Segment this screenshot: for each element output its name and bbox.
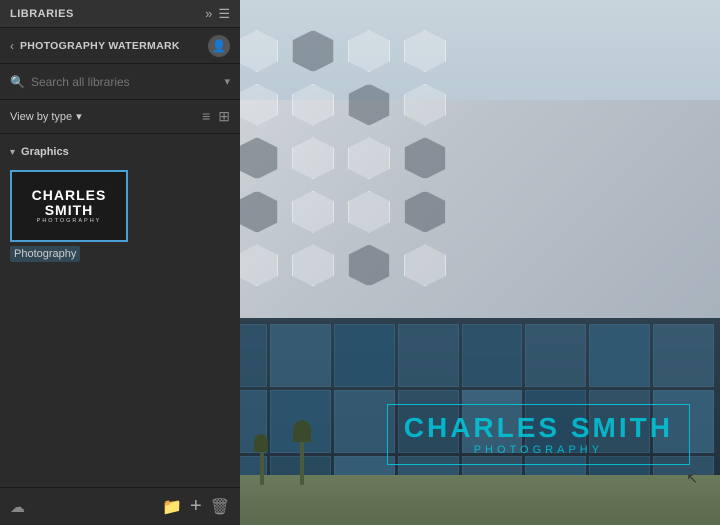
watermark-main-subtitle: PHOTOGRAPHY (404, 444, 673, 456)
graphics-section: ▾ Graphics CHARLES SMITH PHOTOGRAPHY Pho… (0, 134, 240, 487)
libraries-title: Libraries (10, 8, 74, 20)
user-icon-button[interactable]: 👤 (208, 35, 230, 57)
view-bar: View by type ▾ ≡ ⊞ (0, 100, 240, 134)
user-icon: 👤 (212, 39, 227, 53)
search-bar: 🔍 ▾ (0, 64, 240, 100)
view-chevron-icon: ▾ (76, 110, 82, 123)
sidebar-panel: Libraries » ☰ ‹ Photography Watermark 👤 … (0, 0, 240, 525)
hex-cell (348, 137, 390, 179)
watermark-overlay[interactable]: CHARLES SMITH PHOTOGRAPHY (387, 404, 690, 465)
hex-cell (236, 84, 278, 126)
hex-cell (292, 191, 334, 233)
hex-cell (348, 84, 390, 126)
watermark-bar: ‹ Photography Watermark 👤 (0, 28, 240, 64)
toolbar-left: ☁ (10, 498, 25, 516)
delete-icon[interactable]: 🗑 (210, 497, 230, 517)
item-label: Photography (10, 246, 80, 262)
hex-cell (236, 137, 278, 179)
hex-cell (236, 244, 278, 286)
watermark-bar-left: ‹ Photography Watermark (10, 39, 180, 53)
window-pane (525, 324, 586, 387)
menu-icon[interactable]: ☰ (218, 6, 230, 22)
hex-cell (348, 244, 390, 286)
hex-cell (292, 137, 334, 179)
graphics-section-title: Graphics (21, 146, 69, 158)
hex-cell (404, 137, 446, 179)
hex-cell (348, 30, 390, 72)
hex-cell (236, 30, 278, 72)
hex-cell (404, 191, 446, 233)
grid-view-icon[interactable]: ⊞ (218, 108, 230, 125)
hex-cell (404, 84, 446, 126)
window-pane (334, 324, 395, 387)
graphics-items-list: CHARLES SMITH PHOTOGRAPHY Photography (0, 162, 240, 270)
watermark-main-title: CHARLES SMITH (404, 413, 673, 444)
search-chevron-icon[interactable]: ▾ (224, 75, 230, 88)
search-icon: 🔍 (10, 75, 25, 89)
add-item-icon[interactable]: + (190, 495, 202, 518)
window-pane (270, 324, 331, 387)
toolbar-right: 📁 + 🗑 (162, 495, 230, 518)
search-input[interactable] (31, 75, 219, 89)
cursor-indicator: ↖ (686, 470, 698, 487)
hex-cell (292, 84, 334, 126)
watermark-bar-title: Photography Watermark (20, 40, 180, 52)
view-toggle-icons: ≡ ⊞ (202, 108, 230, 125)
hex-cell (292, 30, 334, 72)
hex-cell (292, 244, 334, 286)
view-by-type-button[interactable]: View by type ▾ (10, 110, 82, 123)
view-label-text: View by type (10, 111, 72, 123)
window-pane (398, 324, 459, 387)
item-thumbnail[interactable]: CHARLES SMITH PHOTOGRAPHY (10, 170, 128, 242)
expand-icon[interactable]: » (205, 6, 212, 21)
header-icons-group: » ☰ (205, 6, 230, 22)
back-chevron-icon[interactable]: ‹ (10, 39, 14, 53)
libraries-header: Libraries » ☰ (0, 0, 240, 28)
add-folder-icon[interactable]: 📁 (162, 497, 182, 517)
hex-cell (404, 30, 446, 72)
item-thumb-title: CHARLES SMITH (12, 188, 126, 219)
list-view-icon[interactable]: ≡ (202, 108, 210, 125)
hex-cell (404, 244, 446, 286)
bottom-toolbar: ☁ 📁 + 🗑 (0, 487, 240, 525)
window-pane (589, 324, 650, 387)
item-thumb-subtitle: PHOTOGRAPHY (37, 218, 102, 224)
window-pane (462, 324, 523, 387)
hex-cell (348, 191, 390, 233)
section-chevron-icon: ▾ (10, 147, 15, 158)
window-pane (653, 324, 714, 387)
hex-cell (236, 191, 278, 233)
list-item: CHARLES SMITH PHOTOGRAPHY Photography (10, 170, 230, 262)
graphics-section-header[interactable]: ▾ Graphics (0, 142, 240, 162)
cloud-sync-icon[interactable]: ☁ (10, 498, 25, 516)
